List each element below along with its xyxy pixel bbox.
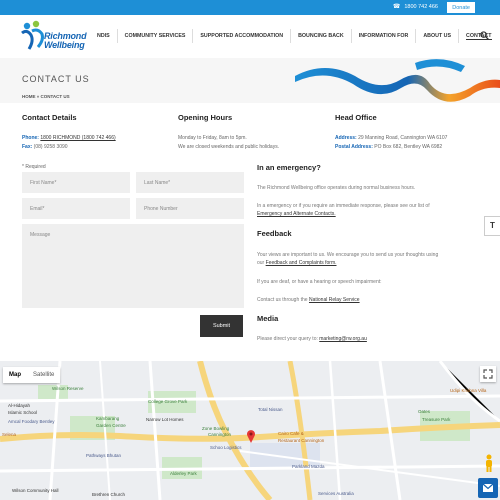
email-field[interactable]: Email* xyxy=(22,198,130,219)
map-label-restaurant: Restaurant Cannington xyxy=(278,438,325,443)
hours-line2: We are closed weekends and public holida… xyxy=(178,144,280,150)
map-label-al-hidayah: Al-Hidayah xyxy=(8,403,31,408)
map-type-satellite-button[interactable]: Satellite xyxy=(27,367,60,383)
map-label-amcal: Amcal Foodary Bentley xyxy=(8,419,55,424)
map-label-narrow-lot: Narrow Lot Homes xyxy=(146,417,184,422)
map-label-oates: Oates xyxy=(418,409,431,414)
map-label-pathways: Pathways Bhutan xyxy=(86,453,122,458)
map-label-kambarang: Kambarang xyxy=(96,416,120,421)
logo[interactable]: Richmond Wellbeing xyxy=(20,19,90,57)
map-label-treasure-park: Treasure Park xyxy=(422,417,451,422)
office-address: Address: 29 Manning Road, Cannington WA … xyxy=(335,135,447,141)
feedback-form-link[interactable]: Feedback and Complaints form. xyxy=(266,260,337,266)
national-relay-link[interactable]: National Relay Service xyxy=(309,297,360,303)
map-label-zone-bowling: Zone Bowling xyxy=(202,426,230,431)
topbar-phone[interactable]: ☎ 1800 742 466 xyxy=(393,0,438,15)
map-label-garden-centre: Garden Centre xyxy=(96,423,126,428)
topbar-phone-number[interactable]: 1800 742 466 xyxy=(404,0,438,15)
nav-item-contact[interactable]: CONTACT xyxy=(459,29,499,43)
map-label-udipi: Udipi Krishna Villa xyxy=(450,388,487,393)
feedback-p2: If you are deaf, or have a hearing or sp… xyxy=(257,279,382,285)
nav-item-supported-accommodation[interactable]: SUPPORTED ACCOMMODATION xyxy=(193,29,292,43)
phone-icon: ☎ xyxy=(392,4,401,10)
map-label-alderley: Alderley Park xyxy=(170,471,197,476)
map-label-wilson-reserve: Wilson Reserve xyxy=(52,386,84,391)
phone-label: Phone: xyxy=(22,135,39,141)
nav-item-ndis[interactable]: NDIS xyxy=(90,29,118,43)
mail-icon xyxy=(482,483,494,492)
map-label-wilson-hall: Wilson Community Hall xyxy=(12,488,59,493)
fax-label: Fax: xyxy=(22,144,33,150)
head-office-heading: Head Office xyxy=(335,113,377,122)
feedback-heading: Feedback xyxy=(257,229,292,238)
feedback-p1: Your views are important to us. We encou… xyxy=(257,251,485,267)
map-label-cannington: Cannington xyxy=(208,432,232,437)
contact-fax: Fax: (08) 9258 3090 xyxy=(22,144,68,150)
map-label-total-nissan: Total Nissan xyxy=(258,407,283,412)
google-map[interactable]: Map Satellite Wilson Reserve Al-Hidayah … xyxy=(0,361,500,500)
emergency-heading: In an emergency? xyxy=(257,163,321,172)
search-icon[interactable] xyxy=(480,31,489,40)
last-name-field[interactable]: Last Name* xyxy=(136,172,244,193)
emergency-p1: The Richmond Wellbeing office operates d… xyxy=(257,185,416,191)
logo-text-line2: Wellbeing xyxy=(44,40,85,50)
message-field[interactable]: Message xyxy=(22,224,244,308)
submit-button[interactable]: Submit xyxy=(200,315,243,337)
map-type-map-button[interactable]: Map xyxy=(3,367,27,383)
contact-phone: Phone: 1800 RICHMOND (1800 742 466) xyxy=(22,135,116,141)
donate-button[interactable]: Donate xyxy=(447,2,475,13)
media-email-link[interactable]: marketing@rw.org.au xyxy=(319,336,367,342)
feedback-p3: Contact us through the National Relay Se… xyxy=(257,296,485,304)
street-view-pegman-icon[interactable] xyxy=(483,454,495,472)
media-text: Please direct your query to: marketing@r… xyxy=(257,335,485,343)
nav-item-information-for[interactable]: INFORMATION FOR xyxy=(352,29,417,43)
media-text-label: Please direct your query to: xyxy=(257,336,318,342)
postal-value: PO Box 682, Bentley WA 6982 xyxy=(374,144,443,150)
emergency-p2-text: In a emergency or if you require an imme… xyxy=(257,203,430,209)
contact-details-heading: Contact Details xyxy=(22,113,77,122)
text-size-tab[interactable]: T xyxy=(484,216,500,236)
map-type-control: Map Satellite xyxy=(3,367,61,383)
site-header: Richmond Wellbeing NDIS COMMUNITY SERVIC… xyxy=(0,15,500,58)
nav-item-bouncing-back[interactable]: BOUNCING BACK xyxy=(291,29,352,43)
nav-item-about-us[interactable]: ABOUT US xyxy=(416,29,460,43)
map-pin-icon[interactable] xyxy=(246,429,256,443)
required-note: * Required xyxy=(22,164,46,170)
breadcrumb[interactable]: HOME » CONTACT US xyxy=(22,94,70,99)
logo-figure-icon xyxy=(21,20,44,50)
map-label-selena: Selena xyxy=(2,432,17,437)
main-nav: NDIS COMMUNITY SERVICES SUPPORTED ACCOMM… xyxy=(90,29,499,43)
media-heading: Media xyxy=(257,314,279,323)
address-label: Address: xyxy=(335,135,357,141)
map-label-parkland: Parkland Mazda xyxy=(292,464,325,469)
fullscreen-icon[interactable] xyxy=(480,366,496,382)
map-label-islamic-school: Islamic School xyxy=(8,410,38,415)
first-name-field[interactable]: First Name* xyxy=(22,172,130,193)
fax-value: (08) 9258 3090 xyxy=(33,144,68,150)
page-title: CONTACT US xyxy=(22,74,90,84)
nav-item-community-services[interactable]: COMMUNITY SERVICES xyxy=(118,29,194,43)
map-label-cairo-cafe: Cairo Cafe & xyxy=(278,431,304,436)
page-hero: CONTACT US HOME » CONTACT US xyxy=(0,58,500,103)
map-label-services-australia: Services Australia xyxy=(318,491,354,496)
top-bar: ☎ 1800 742 466 Donate xyxy=(0,0,500,15)
map-label-brethren: Brethren Church xyxy=(92,492,126,497)
feedback-p3-text: Contact us through the xyxy=(257,297,308,303)
map-label-college-grove: College Grove Park xyxy=(148,399,188,404)
feedback-p1-prefix: our xyxy=(257,260,265,266)
emergency-p2: In a emergency or if you require an imme… xyxy=(257,202,485,218)
postal-label: Postal Address: xyxy=(335,144,373,150)
map-label-schoo-logistics: Schoo Logistics xyxy=(210,445,242,450)
text-size-icon: T xyxy=(490,221,495,230)
hero-ribbon-graphic xyxy=(295,59,500,102)
office-postal: Postal Address: PO Box 682, Bentley WA 6… xyxy=(335,144,442,150)
phone-field[interactable]: Phone Number xyxy=(136,198,244,219)
hours-line1: Monday to Friday, 8am to 5pm. xyxy=(178,135,247,141)
phone-link[interactable]: 1800 RICHMOND (1800 742 466) xyxy=(40,135,115,141)
emergency-contacts-link[interactable]: Emergency and Alternate Contacts. xyxy=(257,211,336,217)
opening-hours-heading: Opening Hours xyxy=(178,113,233,122)
email-float-button[interactable] xyxy=(478,478,498,498)
address-value: 29 Manning Road, Cannington WA 6107 xyxy=(358,135,448,141)
feedback-p1-text: Your views are important to us. We encou… xyxy=(257,252,439,258)
